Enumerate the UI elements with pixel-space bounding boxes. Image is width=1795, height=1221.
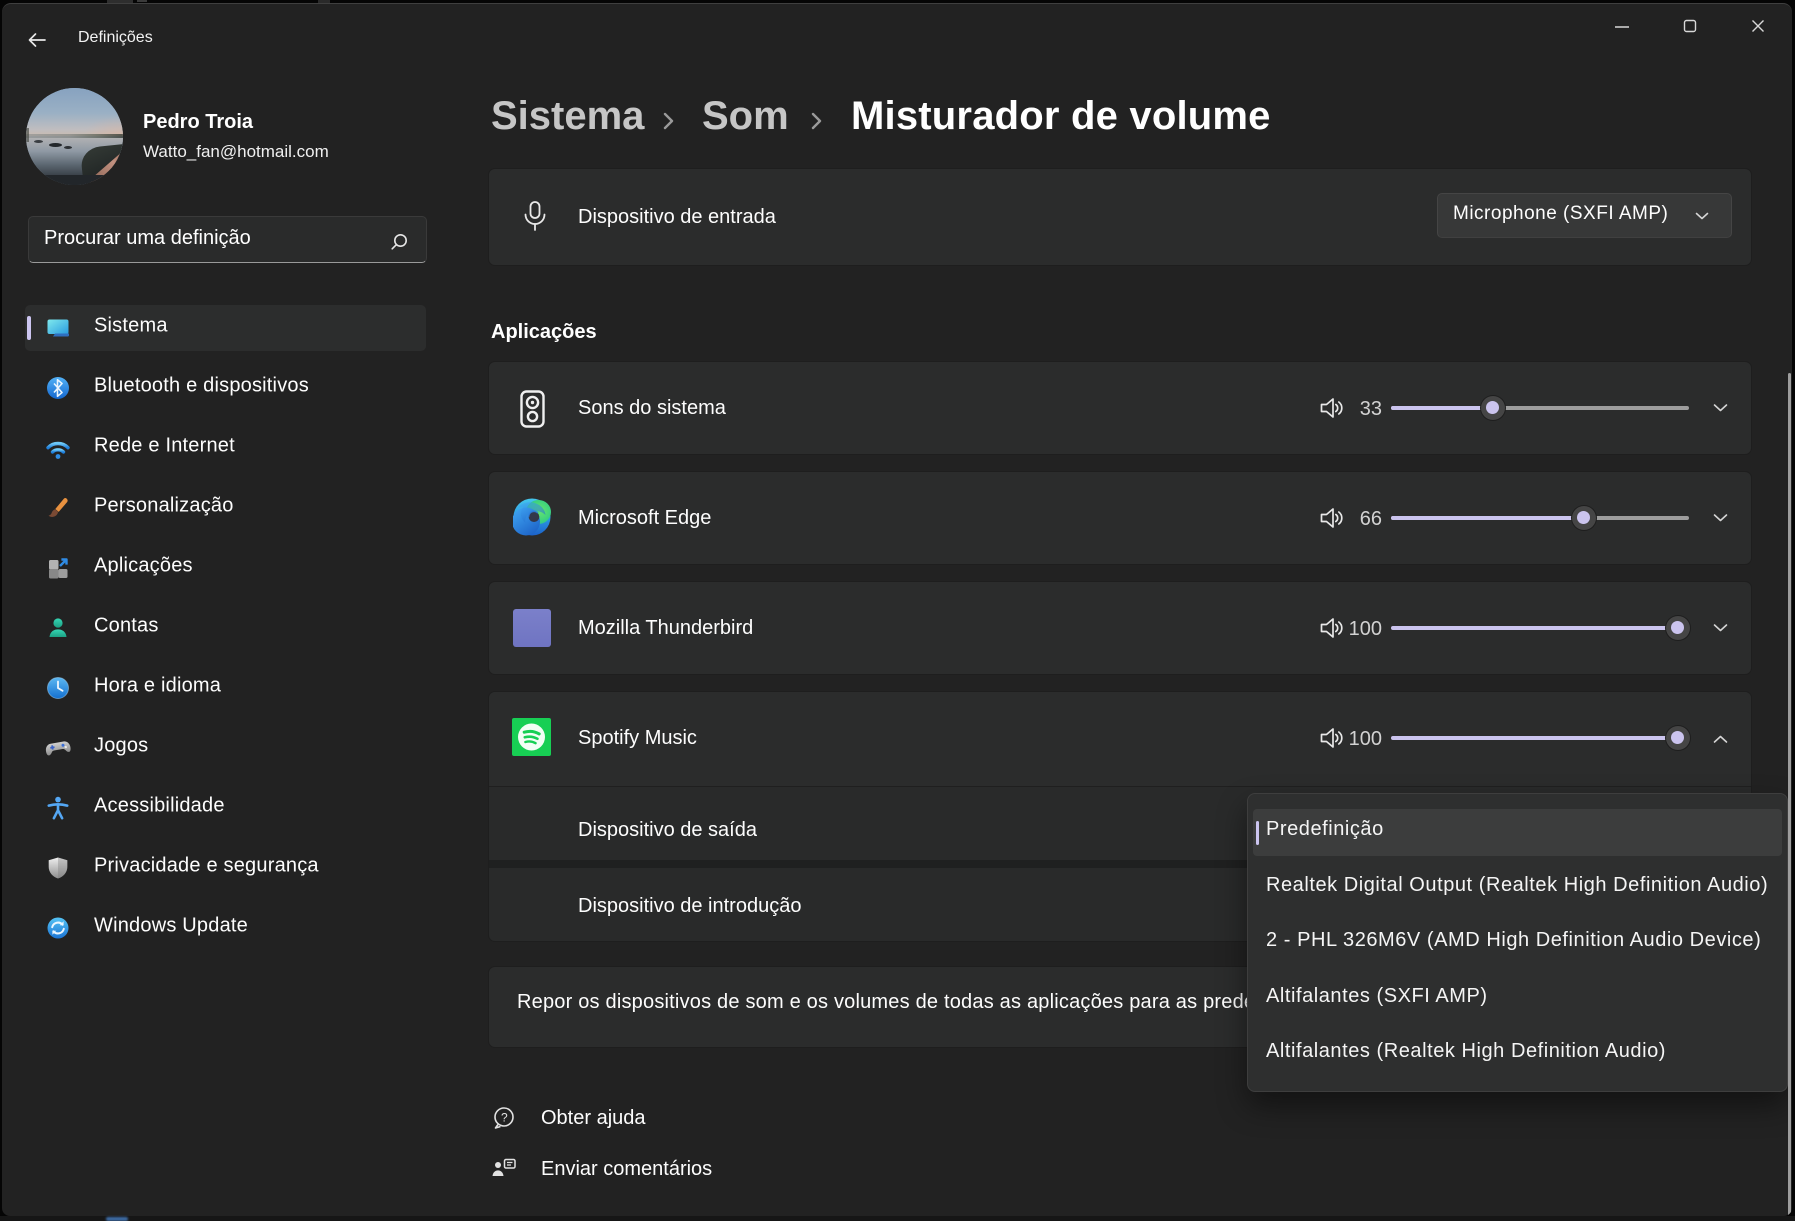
svg-text:?: ? bbox=[501, 1111, 508, 1125]
